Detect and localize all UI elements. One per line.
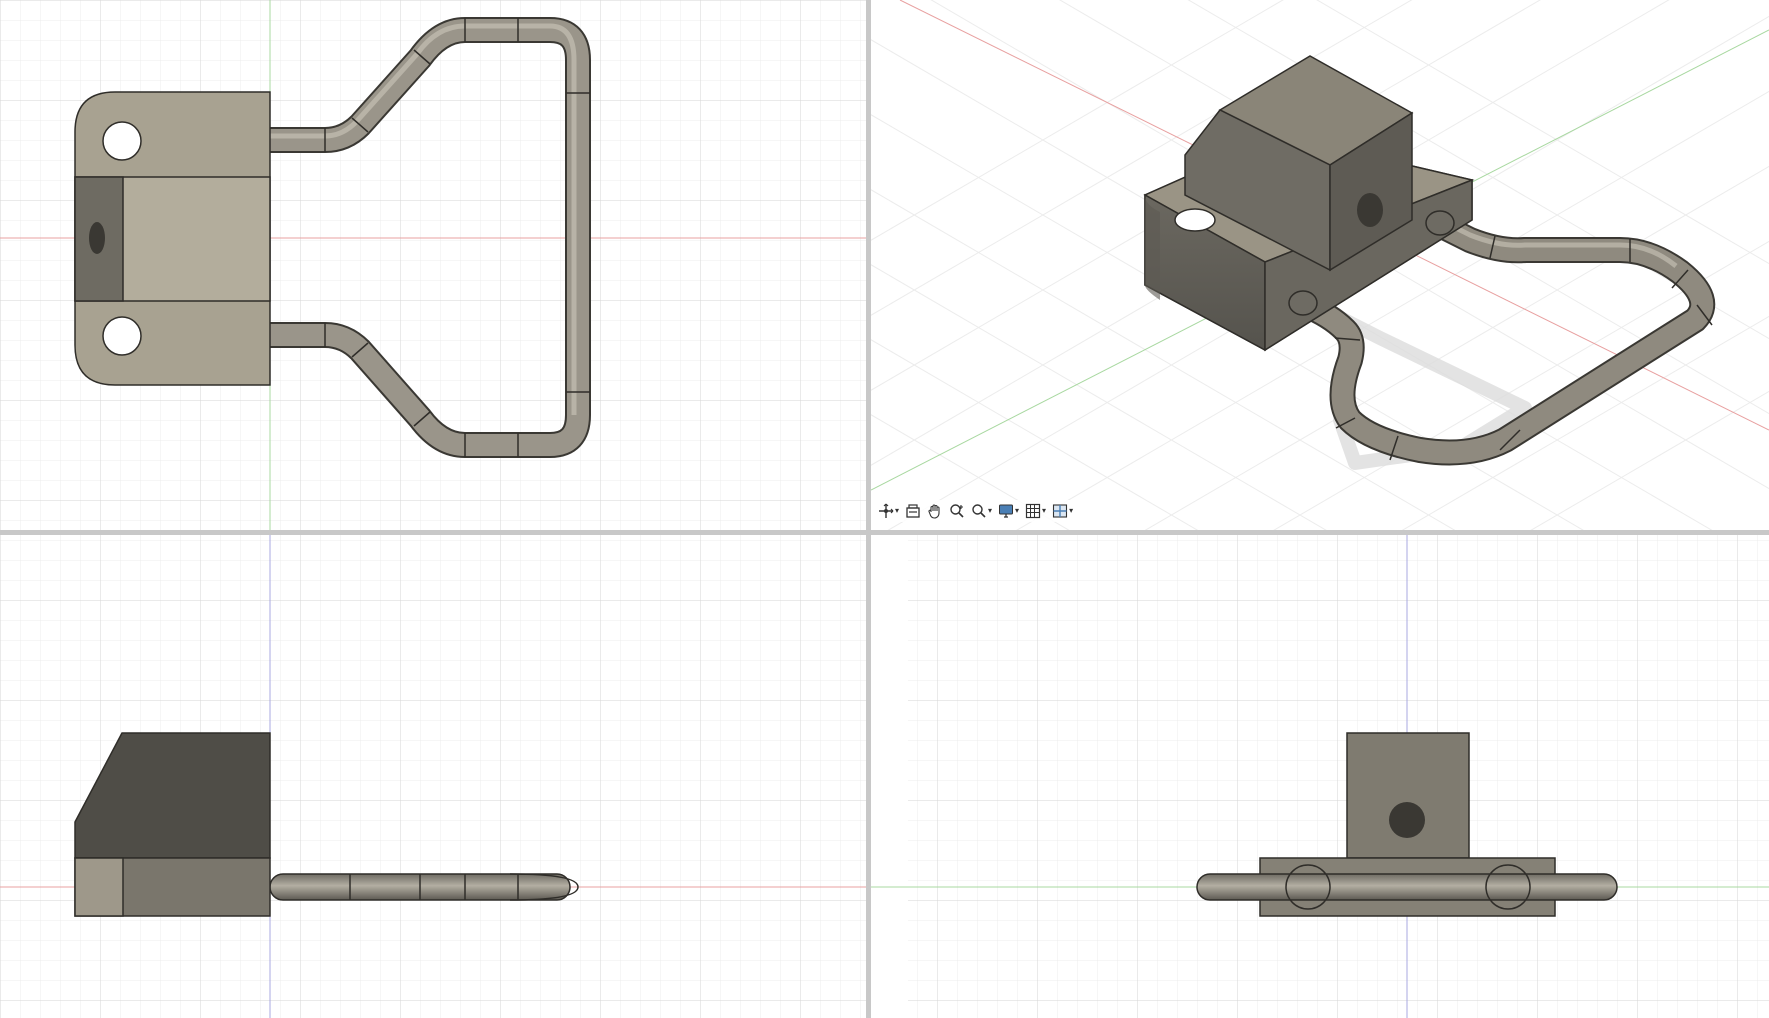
zoom-button[interactable] [949, 501, 965, 521]
navigation-toolbar: ▾ ▾ ▾ ▾ ▾ [874, 500, 1078, 522]
display-settings-icon [999, 504, 1014, 518]
grid-menu-caret[interactable]: ▾ [1042, 507, 1046, 515]
grid-snap-button[interactable]: ▾ [1025, 501, 1046, 521]
orbit-icon [879, 503, 894, 518]
display-menu-caret[interactable]: ▾ [1015, 507, 1019, 515]
orbit-button[interactable]: ▾ [878, 501, 899, 521]
orbit-menu-caret[interactable]: ▾ [895, 507, 899, 515]
pan-hand-icon [928, 504, 940, 519]
viewports-icon [1053, 504, 1068, 518]
look-at-icon [906, 504, 920, 518]
viewports-button[interactable]: ▾ [1052, 501, 1073, 521]
display-settings-button[interactable]: ▾ [998, 501, 1019, 521]
grid-snap-icon [1025, 503, 1041, 519]
viewport-divider-vertical[interactable] [866, 0, 871, 1018]
viewport-right[interactable] [871, 535, 1769, 1018]
look-at-button[interactable] [905, 501, 921, 521]
fit-menu-caret[interactable]: ▾ [988, 507, 992, 515]
viewport-divider-horizontal[interactable] [0, 530, 1769, 535]
viewport-top[interactable] [0, 0, 866, 530]
fit-zoom-button[interactable]: ▾ [971, 501, 992, 521]
pan-button[interactable] [927, 501, 943, 521]
zoom-icon [950, 504, 964, 518]
viewport-front[interactable] [0, 535, 866, 1018]
viewports-menu-caret[interactable]: ▾ [1069, 507, 1073, 515]
fit-zoom-icon [972, 504, 986, 518]
